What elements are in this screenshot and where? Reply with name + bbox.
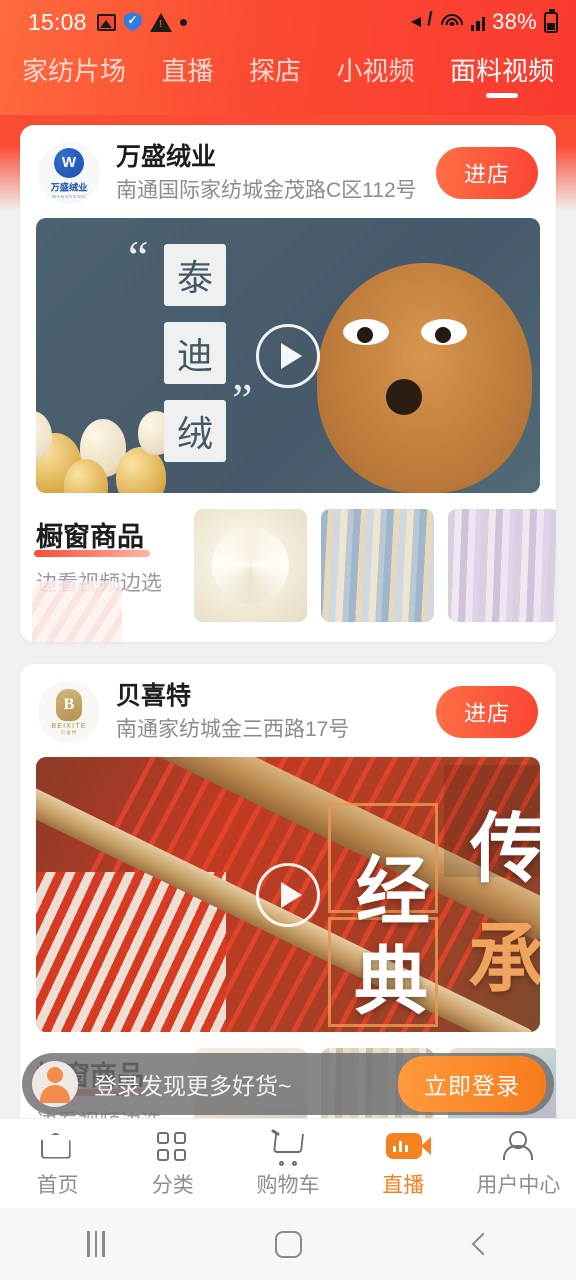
nav-label: 购物车	[256, 1173, 320, 1197]
shop-video-card[interactable]: 万盛绒业 WANSHENG 万盛绒业 南通国际家纺城金茂路C区112号 进店 “…	[20, 125, 556, 642]
nav-label: 用户中心	[476, 1173, 561, 1197]
app-header: 15:08 38% 家纺片场 直播	[0, 0, 576, 115]
battery-percent: 38%	[492, 9, 537, 34]
photo-icon	[96, 13, 116, 31]
shop-logo-text: 万盛绒业	[50, 182, 88, 193]
back-icon	[471, 1232, 495, 1256]
product-showcase: 橱窗商品 边看视频边选	[20, 493, 556, 642]
nav-label: 直播	[382, 1173, 425, 1197]
android-navigation-bar	[0, 1208, 576, 1280]
shop-header[interactable]: BEIXITE 贝喜特 贝喜特 南通家纺城金三西路17号 进店	[20, 664, 556, 757]
quote-close-mark: ”	[232, 374, 253, 425]
recents-icon	[87, 1231, 105, 1257]
recents-button[interactable]	[0, 1231, 192, 1257]
nav-label: 首页	[36, 1173, 79, 1197]
showcase-thumbnails	[194, 509, 556, 622]
tab-label: 家纺片场	[22, 55, 127, 86]
video-feed-list[interactable]: 万盛绒业 WANSHENG 万盛绒业 南通国际家纺城金茂路C区112号 进店 “…	[0, 115, 576, 1138]
showcase-heading: 橱窗商品 边看视频边选	[32, 509, 194, 642]
overlay-word: 传	[470, 808, 540, 892]
user-icon	[501, 1129, 535, 1163]
nav-item-cart[interactable]: 购物车	[230, 1129, 345, 1199]
quote-open-mark: “	[128, 231, 149, 282]
tab-mianliao-shipin[interactable]: 面料视频	[448, 49, 556, 100]
stamp-char: 绒	[164, 400, 226, 462]
home-button[interactable]	[192, 1230, 384, 1258]
tab-label: 面料视频	[449, 55, 554, 86]
shop-name: 万盛绒业	[116, 143, 217, 172]
tab-label: 直播	[161, 55, 214, 86]
grid-icon	[156, 1129, 190, 1163]
login-prompt-banner[interactable]: 登录发现更多好货~ 立即登录	[22, 1053, 554, 1115]
tab-xiaoshipin[interactable]: 小视频	[334, 49, 416, 100]
back-button[interactable]	[384, 1232, 576, 1256]
shop-info: 贝喜特 南通家纺城金三西路17号	[100, 681, 436, 743]
shop-name: 贝喜特	[116, 682, 192, 711]
shop-logo-subtext: WANSHENG	[51, 193, 87, 199]
shop-logo: BEIXITE 贝喜特	[38, 681, 100, 743]
shop-address: 南通家纺城金三西路17号	[116, 717, 350, 741]
status-right-icons: 38%	[410, 8, 558, 35]
active-tab-indicator	[485, 92, 518, 98]
overlay-word: 典	[354, 942, 428, 1024]
app-screen: 15:08 38% 家纺片场 直播	[0, 0, 576, 1280]
shop-header[interactable]: 万盛绒业 WANSHENG 万盛绒业 南通国际家纺城金茂路C区112号 进店	[20, 125, 556, 218]
status-time: 15:08	[28, 8, 87, 35]
status-left-icons	[96, 12, 187, 32]
tab-tandian[interactable]: 探店	[247, 49, 303, 100]
login-now-button[interactable]: 立即登录	[398, 1056, 546, 1112]
battery-icon	[544, 8, 558, 33]
status-bar: 15:08 38%	[0, 0, 576, 44]
product-thumbnail[interactable]	[448, 509, 556, 622]
shop-info: 万盛绒业 南通国际家纺城金茂路C区112号	[100, 142, 436, 204]
shop-address: 南通国际家纺城金茂路C区112号	[116, 178, 417, 202]
overlay-word: 承	[468, 918, 540, 1002]
video-thumbnail[interactable]: “ 泰 迪 绒 ”	[36, 218, 540, 493]
brand-mark-icon	[54, 147, 84, 178]
tab-label: 小视频	[336, 55, 415, 86]
live-video-icon	[386, 1129, 432, 1163]
play-icon[interactable]	[256, 862, 320, 927]
signal-icon	[470, 13, 486, 31]
stripe-decoration	[32, 581, 122, 642]
home-button-icon	[274, 1230, 302, 1258]
stamp-char: 泰	[164, 244, 226, 306]
stamp-char: 迪	[164, 322, 226, 384]
nav-item-home[interactable]: 首页	[0, 1129, 115, 1199]
play-icon[interactable]	[256, 323, 320, 388]
wifi-icon	[440, 13, 464, 31]
nav-label: 分类	[151, 1173, 194, 1197]
video-thumbnail[interactable]: 经 典 传 承	[36, 757, 540, 1032]
user-avatar-icon	[32, 1061, 78, 1107]
home-icon	[40, 1129, 75, 1163]
bottom-nav-bar: 首页 分类 购物车 直播 用户中心	[0, 1118, 576, 1208]
enter-shop-button[interactable]: 进店	[435, 686, 538, 738]
tab-jiafang-pianchang[interactable]: 家纺片场	[20, 49, 128, 100]
product-thumbnail[interactable]	[321, 509, 434, 622]
cart-icon	[271, 1129, 305, 1166]
shop-logo-text: BEIXITE	[51, 722, 87, 730]
enter-shop-button[interactable]: 进店	[435, 147, 538, 199]
dot-icon	[179, 18, 187, 26]
nav-item-live[interactable]: 直播	[346, 1129, 461, 1199]
brand-mark-icon	[56, 688, 82, 721]
tab-zhibo[interactable]: 直播	[159, 49, 215, 100]
warning-icon	[149, 12, 172, 32]
nav-item-categories[interactable]: 分类	[115, 1129, 230, 1199]
login-prompt-text: 登录发现更多好货~	[94, 1073, 292, 1099]
product-thumbnail[interactable]	[194, 509, 307, 622]
showcase-title: 橱窗商品	[34, 515, 150, 557]
shop-logo-subtext: 贝喜特	[60, 729, 78, 735]
shop-logo: 万盛绒业 WANSHENG	[38, 142, 100, 204]
top-tab-bar: 家纺片场 直播 探店 小视频 面料视频	[0, 44, 576, 104]
dog-photo	[317, 263, 532, 493]
mute-icon	[410, 9, 433, 31]
nav-item-user-center[interactable]: 用户中心	[461, 1129, 576, 1199]
video-title-stamps: 泰 迪 绒	[164, 244, 226, 478]
shield-icon	[123, 12, 142, 32]
tab-label: 探店	[248, 55, 301, 86]
